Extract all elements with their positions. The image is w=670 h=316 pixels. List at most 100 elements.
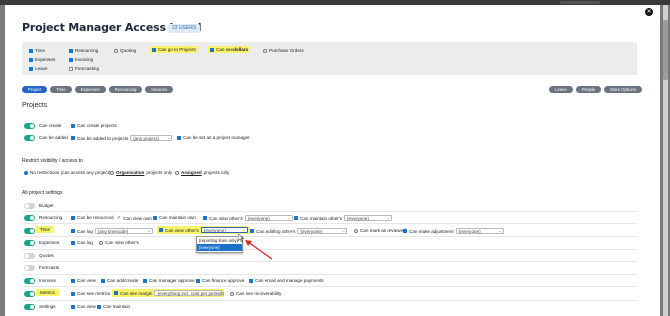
toggle-quotes[interactable] bbox=[24, 253, 35, 259]
radio-off-icon[interactable] bbox=[175, 170, 179, 175]
tab-project[interactable]: Project bbox=[22, 86, 48, 93]
time-can-mark-reviewed[interactable]: Can mark as reviewed bbox=[354, 228, 406, 233]
toggle-budget[interactable] bbox=[24, 203, 35, 209]
perm-leave[interactable]: Leave bbox=[29, 66, 48, 71]
toggle-can-be-added[interactable] bbox=[24, 135, 35, 141]
perm-time[interactable]: Time bbox=[29, 48, 45, 53]
checkbox-checked-icon[interactable] bbox=[97, 304, 101, 309]
checkbox-checked-icon[interactable] bbox=[210, 47, 214, 52]
toggle-resourcing[interactable] bbox=[24, 215, 35, 221]
radio-off-icon[interactable] bbox=[99, 240, 103, 245]
perm-expenses[interactable]: Expenses bbox=[29, 57, 55, 62]
checkbox-checked-icon[interactable] bbox=[294, 216, 298, 220]
scrollbar-thumb[interactable] bbox=[663, 20, 668, 80]
checkbox-checked-icon[interactable] bbox=[71, 215, 75, 220]
res-view-others-select[interactable]: (everyone) bbox=[244, 215, 293, 221]
tab-time[interactable]: Time bbox=[50, 86, 72, 93]
perm-forecasting[interactable]: Forecasting bbox=[69, 66, 99, 71]
can-view-own[interactable]: ✓ Can view own bbox=[117, 215, 152, 221]
inv-can-view[interactable]: Can view bbox=[71, 278, 96, 283]
perm-invoicing[interactable]: Invoicing bbox=[69, 57, 93, 62]
toggle-invoices[interactable] bbox=[24, 278, 35, 284]
settings-can-view[interactable]: Can view bbox=[71, 304, 96, 309]
checkbox-checked-icon[interactable] bbox=[71, 291, 75, 296]
dropdown-option-reporting-lines[interactable]: (reporting lines only) bbox=[197, 237, 242, 244]
time-can-view-others[interactable]: Can view other's (everyone) bbox=[157, 226, 250, 234]
settings-can-maintain[interactable]: Can maintain bbox=[97, 304, 130, 309]
can-see-margin[interactable]: Can see margin (everything incl. cost per… bbox=[112, 289, 225, 297]
checkbox-unchecked-icon[interactable] bbox=[69, 66, 73, 71]
radio-off-icon[interactable] bbox=[230, 291, 234, 296]
checkbox-checked-icon[interactable] bbox=[203, 216, 207, 220]
checkbox-checked-icon[interactable] bbox=[177, 135, 181, 140]
checkbox-checked-icon[interactable] bbox=[249, 278, 253, 283]
dropdown-option-everyone[interactable]: (everyone) bbox=[197, 244, 242, 251]
toggle-can-create[interactable] bbox=[24, 123, 35, 129]
margin-select[interactable]: (everything incl. cost per person) bbox=[154, 290, 224, 296]
restrict-no-restrictions[interactable]: No restrictions (can access any project) bbox=[24, 170, 110, 175]
checkbox-checked-icon[interactable] bbox=[153, 215, 157, 220]
close-icon[interactable]: ✕ bbox=[645, 8, 653, 16]
checkbox-checked-icon[interactable] bbox=[71, 123, 75, 128]
checkbox-checked-icon[interactable] bbox=[196, 278, 200, 283]
radio-off-icon[interactable] bbox=[110, 170, 114, 175]
toggle-settings[interactable] bbox=[24, 304, 35, 310]
toggle-time[interactable] bbox=[24, 228, 35, 234]
toggle-forecasts[interactable] bbox=[24, 265, 35, 271]
can-be-added-to-projects[interactable]: Can be added to projects (any project) bbox=[71, 135, 173, 141]
inv-can-finance-approve[interactable]: Can finance approve bbox=[196, 278, 244, 283]
perm-go-to-projects[interactable]: Can go to Projects bbox=[150, 46, 198, 53]
tab-more-options[interactable]: More Options bbox=[604, 86, 642, 93]
perm-purchase-orders[interactable]: Purchase Orders bbox=[263, 48, 304, 53]
tab-expenses[interactable]: Expenses bbox=[74, 86, 106, 93]
tab-leave[interactable]: Leave bbox=[549, 86, 573, 93]
res-maintain-others-select[interactable]: (everyone) bbox=[344, 215, 392, 221]
can-be-resourced[interactable]: Can be resourced bbox=[71, 215, 114, 220]
restrict-organisation[interactable]: Organisation projects only bbox=[110, 170, 172, 175]
inv-can-manager-approve[interactable]: Can manager approve bbox=[143, 278, 195, 283]
tab-people[interactable]: People bbox=[575, 86, 602, 93]
can-maintain-own[interactable]: Can maintain own bbox=[153, 215, 196, 220]
checkbox-checked-icon[interactable] bbox=[159, 228, 163, 232]
toggle-metrics[interactable] bbox=[24, 291, 35, 297]
can-be-set-pm[interactable]: Can be set as a project manager bbox=[177, 135, 250, 140]
checkbox-checked-icon[interactable] bbox=[71, 136, 75, 140]
restrict-assigned[interactable]: Assigned projects only bbox=[175, 170, 229, 175]
checkbox-checked-icon[interactable] bbox=[152, 47, 156, 52]
checkbox-checked-icon[interactable] bbox=[71, 278, 75, 283]
checkbox-checked-icon[interactable] bbox=[101, 278, 105, 283]
perm-quoting[interactable]: Quoting bbox=[114, 48, 136, 53]
any-project-select[interactable]: (any project) bbox=[130, 135, 173, 141]
checkbox-checked-icon[interactable] bbox=[143, 278, 147, 283]
checkbox-checked-icon[interactable] bbox=[29, 57, 33, 62]
checkbox-checked-icon[interactable] bbox=[403, 229, 407, 233]
checkbox-checked-icon[interactable] bbox=[29, 66, 33, 71]
checkbox-checked-icon[interactable] bbox=[71, 304, 75, 309]
tab-invoices[interactable]: Invoices bbox=[145, 86, 174, 93]
timecode-select[interactable]: (any timecode) bbox=[94, 228, 153, 234]
checkbox-checked-icon[interactable] bbox=[250, 229, 254, 233]
can-create-projects[interactable]: Can create projects bbox=[71, 123, 117, 128]
can-see-metrics[interactable]: Can see metrics bbox=[71, 291, 110, 296]
checkbox-checked-icon[interactable] bbox=[69, 57, 73, 62]
perm-see-dollars[interactable]: Can see dollars bbox=[208, 46, 251, 53]
tab-resourcing[interactable]: Resourcing bbox=[108, 86, 143, 93]
checkbox-checked-icon[interactable] bbox=[114, 291, 118, 295]
time-edit-log-select[interactable]: (everyone) bbox=[297, 228, 348, 234]
res-can-view-others[interactable]: Can view other's (everyone) bbox=[203, 215, 293, 221]
inv-can-add-create[interactable]: Can add/create bbox=[101, 278, 138, 283]
checkbox-checked-icon[interactable] bbox=[69, 48, 73, 53]
can-see-recoverability[interactable]: Can see recoverability bbox=[230, 291, 281, 296]
perm-resourcing[interactable]: Resourcing bbox=[69, 48, 98, 53]
time-can-log[interactable]: Can log (any timecode) bbox=[71, 228, 153, 234]
time-view-others-select[interactable]: (everyone) bbox=[200, 227, 248, 233]
time-adjustment-select[interactable]: (everyone) bbox=[455, 228, 504, 234]
inv-can-email[interactable]: Can email and manage payments bbox=[249, 278, 324, 283]
checkbox-checked-icon[interactable] bbox=[71, 240, 75, 245]
res-can-maintain-others[interactable]: Can maintain other's (everyone) bbox=[294, 215, 392, 221]
checkbox-checked-icon[interactable] bbox=[71, 229, 75, 233]
time-can-edit-log[interactable]: Can edit/log other's (everyone) bbox=[250, 228, 348, 234]
radio-off-icon[interactable] bbox=[114, 48, 118, 53]
time-can-make-adjustment[interactable]: Can make adjustment (everyone) bbox=[403, 228, 504, 234]
users-count-badge[interactable]: 23 USERS bbox=[168, 24, 201, 33]
